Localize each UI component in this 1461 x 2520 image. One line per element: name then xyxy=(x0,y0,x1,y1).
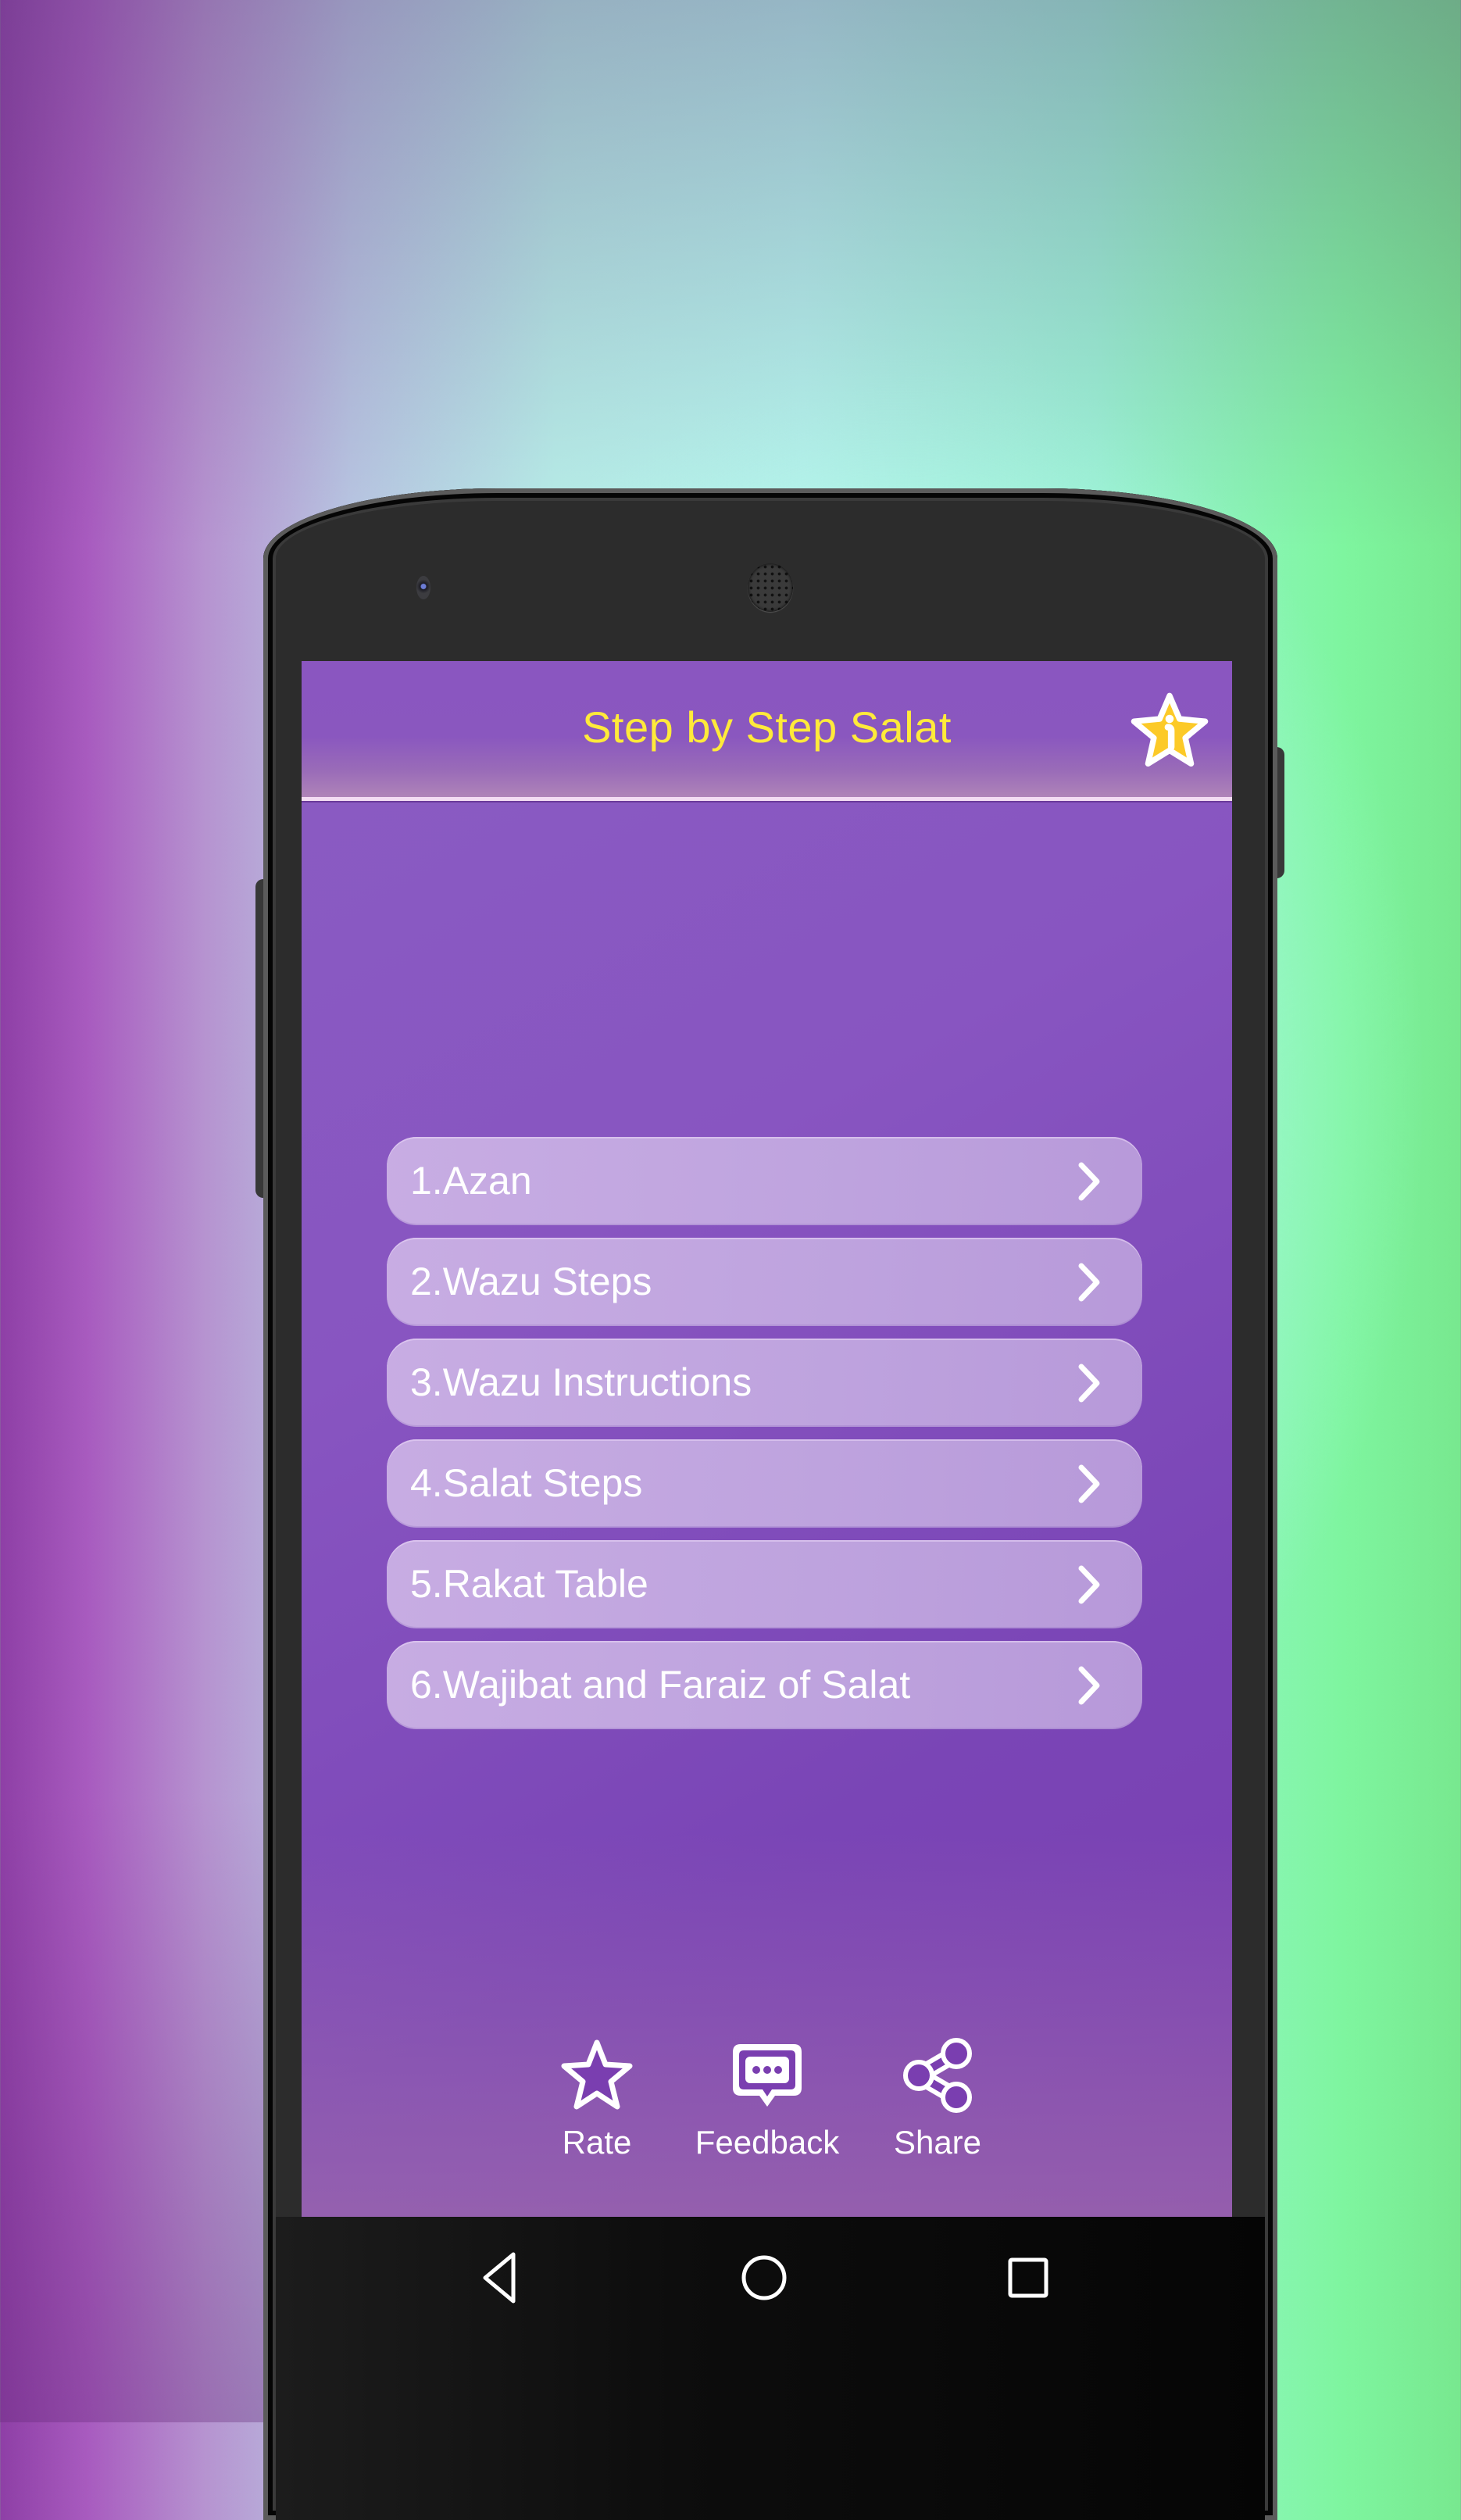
menu-item-label: 3.Wazu Instructions xyxy=(410,1360,752,1404)
feedback-button[interactable]: Feedback xyxy=(681,2036,853,2161)
home-button[interactable] xyxy=(729,2247,799,2309)
chevron-right-icon xyxy=(1078,1364,1100,1403)
menu-item-label: 2.Wazu Steps xyxy=(410,1260,652,1303)
front-camera xyxy=(416,576,430,599)
menu-item-salat-steps[interactable]: 4.Salat Steps xyxy=(387,1439,1142,1528)
menu-item-azan[interactable]: 1.Azan xyxy=(387,1137,1142,1225)
menu-item-wajibat-faraiz[interactable]: 6.Wajibat and Faraiz of Salat xyxy=(387,1641,1142,1729)
back-triangle-icon xyxy=(483,2252,516,2304)
power-button xyxy=(1277,747,1284,878)
header-divider xyxy=(302,797,1232,802)
rate-label: Rate xyxy=(562,2124,632,2161)
android-nav-bar xyxy=(302,2217,1232,2342)
info-button[interactable] xyxy=(1128,691,1211,774)
menu-item-wazu-instructions[interactable]: 3.Wazu Instructions xyxy=(387,1339,1142,1427)
chevron-right-icon xyxy=(1078,1464,1100,1503)
info-star-icon xyxy=(1131,692,1209,767)
recents-square-icon xyxy=(1008,2257,1048,2298)
share-label: Share xyxy=(893,2124,982,2161)
feedback-label: Feedback xyxy=(695,2124,840,2161)
page-title: Step by Step Salat xyxy=(582,702,952,752)
earpiece-speaker xyxy=(748,563,793,612)
menu-list: 1.Azan 2.Wazu Steps 3.Wazu Instructions … xyxy=(387,1137,1142,1742)
recents-button[interactable] xyxy=(993,2247,1063,2309)
background-shade-top xyxy=(0,0,1461,547)
chevron-right-icon xyxy=(1078,1162,1100,1201)
menu-item-label: 5.Rakat Table xyxy=(410,1562,648,1606)
menu-item-label: 1.Azan xyxy=(410,1159,532,1203)
app-header: Step by Step Salat xyxy=(302,661,1232,799)
menu-item-rakat-table[interactable]: 5.Rakat Table xyxy=(387,1540,1142,1628)
chat-bubble-icon xyxy=(733,2044,802,2107)
menu-item-label: 6.Wajibat and Faraiz of Salat xyxy=(410,1663,911,1707)
bottom-actions: Rate Feedback Share xyxy=(302,2036,1232,2193)
chevron-right-icon xyxy=(1078,1666,1100,1705)
rate-button[interactable]: Rate xyxy=(511,2036,683,2161)
chevron-right-icon xyxy=(1078,1263,1100,1302)
share-icon xyxy=(903,2038,972,2113)
back-button[interactable] xyxy=(465,2247,535,2309)
star-icon xyxy=(561,2039,633,2110)
app-screen: Step by Step Salat 1.Azan 2.Wazu Steps 3… xyxy=(302,661,1232,2217)
menu-item-wazu-steps[interactable]: 2.Wazu Steps xyxy=(387,1238,1142,1326)
chevron-right-icon xyxy=(1078,1565,1100,1604)
share-button[interactable]: Share xyxy=(852,2036,1023,2161)
menu-item-label: 4.Salat Steps xyxy=(410,1461,643,1505)
home-circle-icon xyxy=(741,2255,787,2300)
